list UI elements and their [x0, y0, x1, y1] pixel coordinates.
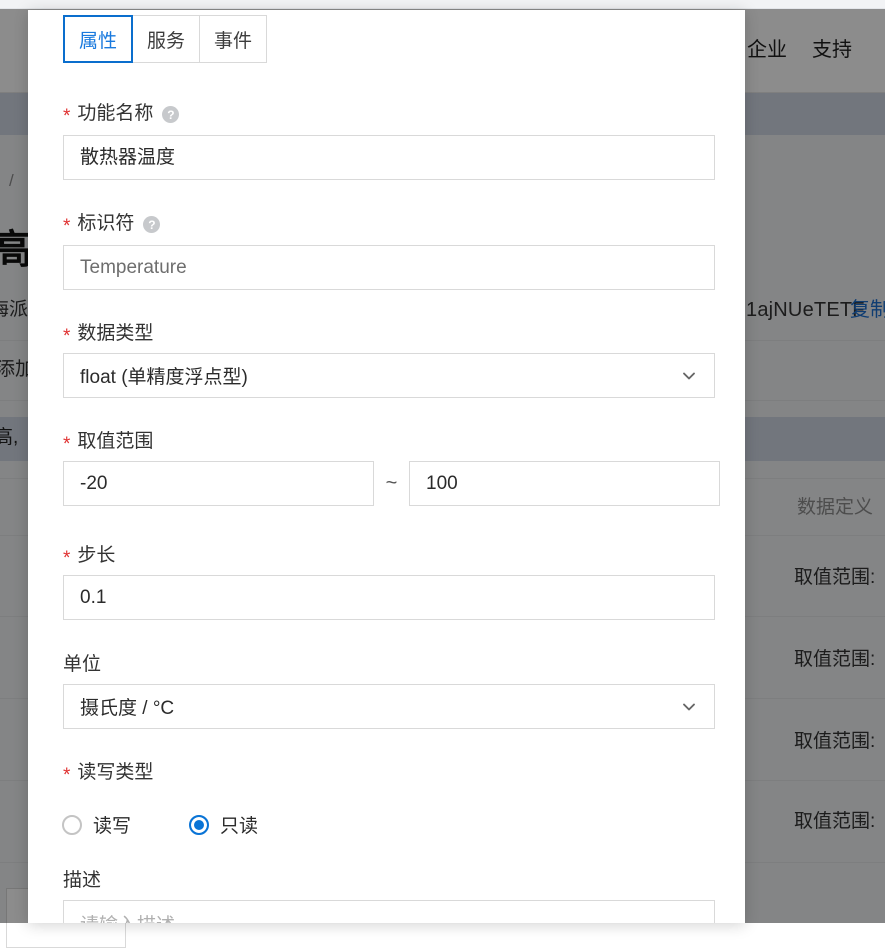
dialog-tab-group: 属性 服务 事件	[63, 15, 267, 63]
input-range-max[interactable]	[409, 461, 720, 506]
help-icon[interactable]: ?	[143, 216, 160, 233]
radio-mark-icon	[62, 815, 82, 835]
label-unit: 单位	[63, 655, 101, 674]
radio-option-readwrite[interactable]: 读写	[62, 811, 131, 838]
label-text: 标识符	[77, 214, 134, 233]
tab-events[interactable]: 事件	[200, 15, 267, 63]
label-rw-type: * 读写类型	[63, 763, 153, 782]
dialog-body: 属性 服务 事件 * 功能名称 ? * 标识符 ?	[28, 10, 745, 923]
label-function-name: * 功能名称 ?	[63, 104, 179, 123]
label-text: 单位	[63, 655, 101, 674]
label-text: 取值范围	[77, 432, 153, 451]
input-step[interactable]	[63, 575, 715, 620]
required-asterisk: *	[63, 549, 70, 568]
breadcrumb-separator: /	[9, 172, 14, 189]
help-icon[interactable]: ?	[162, 106, 179, 123]
required-asterisk: *	[63, 107, 70, 126]
chevron-down-icon	[680, 367, 698, 385]
required-asterisk: *	[63, 217, 70, 236]
select-data-type-value: float (单精度浮点型)	[80, 362, 248, 389]
label-text: 读写类型	[77, 763, 153, 782]
table-row: 取值范围:	[794, 812, 875, 831]
radio-option-readonly[interactable]: 只读	[189, 811, 258, 838]
property-dialog: 属性 服务 事件 * 功能名称 ? * 标识符 ?	[28, 10, 745, 923]
value-range-row: ~	[63, 461, 720, 506]
table-row: 取值范围:	[794, 732, 875, 751]
label-data-type: * 数据类型	[63, 324, 153, 343]
label-text: 描述	[63, 871, 101, 890]
table-row: 取值范围:	[794, 650, 875, 669]
nav-item-support[interactable]: 支持	[812, 40, 852, 60]
select-unit-value: 摄氏度 / °C	[80, 693, 174, 720]
label-text: 功能名称	[77, 104, 153, 123]
label-description: 描述	[63, 871, 101, 890]
radio-label: 只读	[220, 811, 258, 838]
label-step: * 步长	[63, 546, 115, 565]
input-identifier[interactable]	[63, 245, 715, 290]
label-text: 步长	[77, 546, 115, 565]
chevron-down-icon	[680, 698, 698, 716]
band-row-text: 高,	[0, 428, 18, 447]
required-asterisk: *	[63, 327, 70, 346]
label-value-range: * 取值范围	[63, 432, 153, 451]
radio-label: 读写	[93, 811, 131, 838]
rw-type-radio-group: 读写 只读	[62, 811, 258, 838]
table-column-header-data-definition: 数据定义	[797, 498, 873, 517]
input-range-min[interactable]	[63, 461, 374, 506]
input-function-name[interactable]	[63, 135, 715, 180]
select-unit[interactable]: 摄氏度 / °C	[63, 684, 715, 729]
tab-attributes[interactable]: 属性	[63, 15, 133, 63]
radio-mark-icon	[189, 815, 209, 835]
browser-top-strip	[0, 0, 885, 9]
page-subtitle: 海派	[0, 300, 28, 319]
tab-services[interactable]: 服务	[133, 15, 200, 63]
device-id-value: 1ajNUeTETF	[746, 300, 865, 320]
required-asterisk: *	[63, 435, 70, 454]
label-text: 数据类型	[77, 324, 153, 343]
input-description[interactable]	[63, 900, 715, 923]
nav-item-enterprise[interactable]: 企业	[747, 40, 787, 60]
copy-link[interactable]: 复制	[850, 300, 885, 320]
table-row: 取值范围:	[794, 568, 875, 587]
select-data-type[interactable]: float (单精度浮点型)	[63, 353, 715, 398]
label-identifier: * 标识符 ?	[63, 214, 160, 233]
range-separator: ~	[374, 472, 409, 495]
required-asterisk: *	[63, 766, 70, 785]
